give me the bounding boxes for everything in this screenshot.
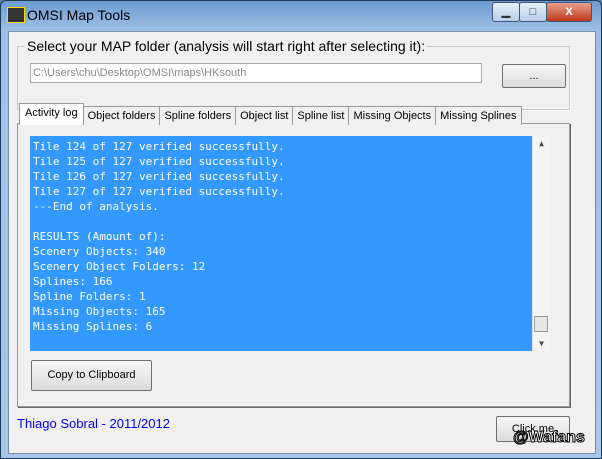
watermark: @Wafans (513, 429, 586, 447)
log-line: Tile 125 of 127 verified successfully. (33, 155, 285, 168)
log-text: Tile 124 of 127 verified successfully. Ti… (30, 136, 550, 334)
log-line: Missing Objects: 165 (33, 305, 166, 318)
tab-panel: Tile 124 of 127 verified successfully. Ti… (17, 123, 570, 407)
log-line: Tile 127 of 127 verified successfully. (33, 185, 285, 198)
log-line: Tile 126 of 127 verified successfully. (33, 170, 285, 183)
log-line: Spline Folders: 1 (33, 290, 146, 303)
tab-activity-log[interactable]: Activity log (19, 103, 84, 125)
minimize-button[interactable]: ▁ (492, 2, 520, 22)
tab-object-folders[interactable]: Object folders (82, 106, 161, 125)
log-line: RESULTS (Amount of): (33, 230, 166, 243)
close-button[interactable]: X (546, 2, 592, 22)
folder-path-input[interactable]: C:\Users\chu\Desktop\OMSI\maps\HKsouth (30, 63, 482, 83)
client-area: Select your MAP folder (analysis will st… (8, 31, 596, 454)
tab-object-list[interactable]: Object list (235, 106, 294, 125)
tab-spline-folders[interactable]: Spline folders (159, 106, 237, 125)
app-icon (7, 7, 25, 23)
folder-group: Select your MAP folder (analysis will st… (17, 38, 570, 110)
scroll-thumb[interactable] (534, 316, 548, 332)
log-line: Tile 124 of 127 verified successfully. (33, 140, 285, 153)
log-line: Scenery Objects: 340 (33, 245, 166, 258)
tab-bar: Activity log Object folders Spline folde… (19, 103, 522, 125)
scrollbar[interactable]: ▲ ▼ (532, 136, 550, 351)
window: OMSI Map Tools ▁ □ X Select your MAP fol… (0, 0, 602, 459)
copy-to-clipboard-button[interactable]: Copy to Clipboard (31, 360, 152, 391)
maximize-button[interactable]: □ (519, 2, 547, 22)
folder-label: Select your MAP folder (analysis will st… (25, 38, 428, 54)
activity-log[interactable]: Tile 124 of 127 verified successfully. Ti… (30, 136, 550, 351)
tab-missing-splines[interactable]: Missing Splines (435, 106, 522, 125)
log-line: Scenery Object Folders: 12 (33, 260, 206, 273)
author-credit: Thiago Sobral - 2011/2012 (17, 416, 170, 431)
window-title: OMSI Map Tools (27, 7, 131, 23)
browse-button[interactable]: ... (502, 64, 566, 88)
log-line: ---End of analysis. (33, 200, 159, 213)
scroll-down-icon[interactable]: ▼ (533, 336, 550, 351)
tab-spline-list[interactable]: Spline list (292, 106, 350, 125)
tab-missing-objects[interactable]: Missing Objects (348, 106, 437, 125)
log-line: Splines: 166 (33, 275, 113, 288)
log-line: Missing Splines: 6 (33, 320, 153, 333)
scroll-up-icon[interactable]: ▲ (533, 136, 550, 151)
